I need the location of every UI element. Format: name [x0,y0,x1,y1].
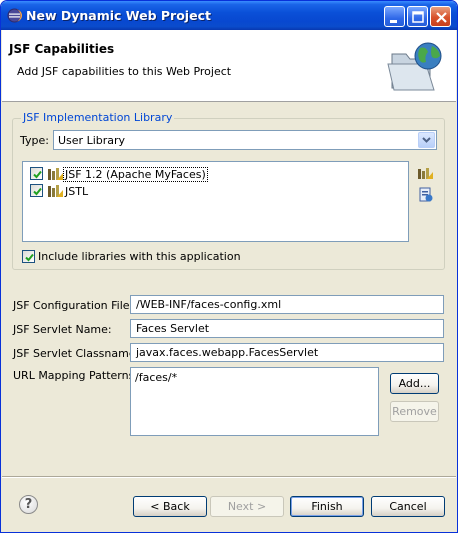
folder-globe-icon [387,42,442,91]
dialog-window: New Dynamic Web Project JSF Capabilities… [0,0,458,533]
servlet-class-value: javax.faces.webapp.FacesServlet [136,346,319,359]
add-pattern-button[interactable]: Add... [390,373,439,394]
dropdown-button[interactable] [418,132,435,148]
library-checkbox[interactable] [30,167,43,180]
back-button[interactable]: < Back [133,496,207,517]
library-icon [48,185,63,197]
servlet-name-value: Faces Servlet [136,322,210,335]
config-file-value: /WEB-INF/faces-config.xml [136,298,282,311]
list-item[interactable]: JSTL [25,183,405,199]
checkmark-icon [25,253,34,262]
servlet-class-label: JSF Servlet Classname: [13,347,140,360]
next-button[interactable]: Next > [210,496,284,517]
library-type-value: User Library [58,134,126,147]
minimize-button[interactable] [384,6,405,27]
footer-separator [2,476,456,478]
url-patterns-list[interactable]: /faces/* [130,367,379,436]
include-libraries-checkbox[interactable] [22,250,35,263]
chevron-down-icon [422,137,431,143]
add-library-icon[interactable] [417,165,433,181]
window-title: New Dynamic Web Project [26,8,211,23]
maximize-button[interactable] [407,6,428,27]
cancel-button[interactable]: Cancel [371,496,445,517]
library-type-select[interactable]: User Library [53,130,437,150]
type-label: Type: [20,134,49,147]
library-label: JSTL [65,185,89,198]
title-bar[interactable]: New Dynamic Web Project [1,1,457,30]
library-list[interactable]: JSF 1.2 (Apache MyFaces) JSTL [22,161,409,242]
close-icon [436,12,447,23]
maximize-icon [412,11,424,23]
eclipse-icon [7,8,22,23]
url-patterns-label: URL Mapping Patterns: [13,369,139,382]
manage-libraries-icon[interactable] [418,187,434,203]
config-file-label: JSF Configuration File: [13,299,134,312]
remove-pattern-button[interactable]: Remove [390,401,439,422]
checkmark-icon [33,170,42,179]
include-libraries-label: Include libraries with this application [38,250,241,263]
library-label: JSF 1.2 (Apache MyFaces) [63,167,208,182]
servlet-name-label: JSF Servlet Name: [13,323,112,336]
page-description: Add JSF capabilities to this Web Project [17,65,232,78]
finish-button[interactable]: Finish [290,496,364,517]
servlet-class-field[interactable]: javax.faces.webapp.FacesServlet [130,343,444,362]
page-title: JSF Capabilities [9,42,115,56]
library-icon [48,168,63,180]
url-pattern-item: /faces/* [135,371,178,384]
group-legend: JSF Implementation Library [21,111,175,124]
library-checkbox[interactable] [30,184,43,197]
close-button[interactable] [430,6,451,27]
wizard-header: JSF Capabilities Add JSF capabilities to… [2,30,456,102]
config-file-field[interactable]: /WEB-INF/faces-config.xml [130,295,444,314]
list-item[interactable]: JSF 1.2 (Apache MyFaces) [25,166,405,182]
help-icon[interactable]: ? [19,495,38,514]
minimize-icon [390,20,397,23]
checkmark-icon [33,187,42,196]
servlet-name-field[interactable]: Faces Servlet [130,319,444,338]
